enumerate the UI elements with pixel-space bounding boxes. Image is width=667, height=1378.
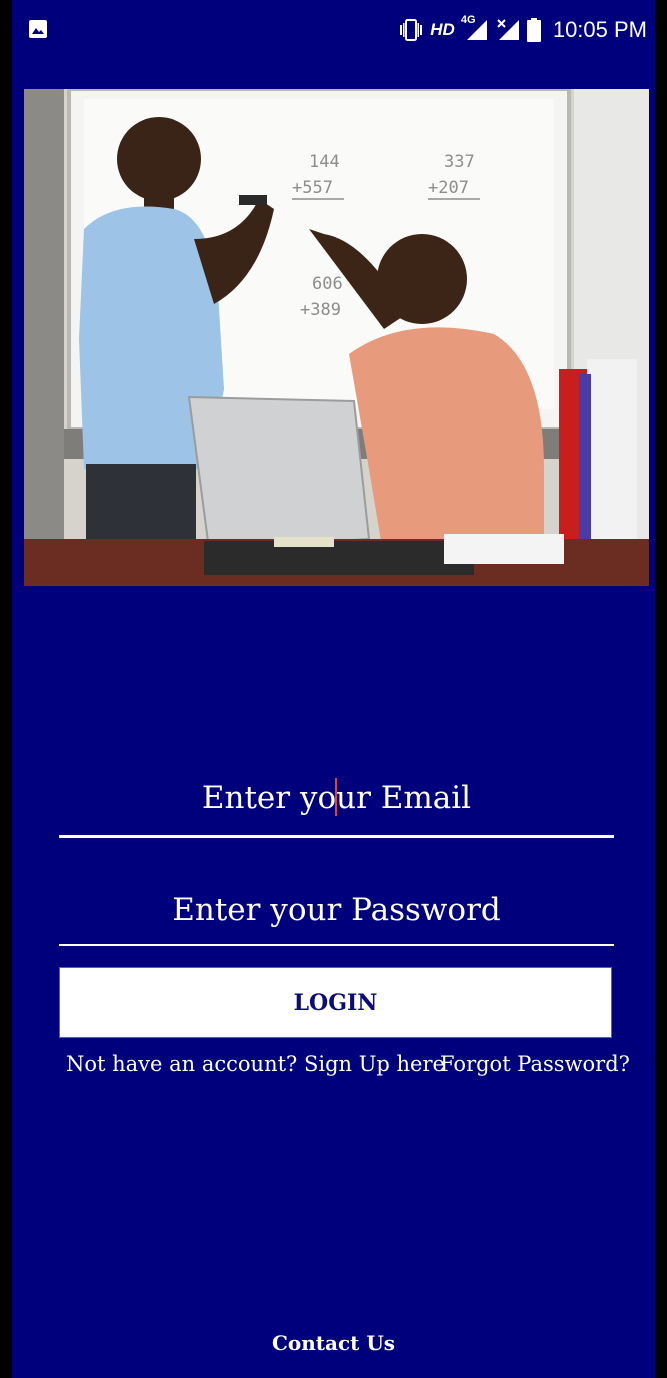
no-signal-icon [497,19,519,40]
board-number: +207 [428,178,469,198]
password-placeholder[interactable]: Enter your Password [59,874,614,930]
contact-us-link[interactable]: Contact Us [12,1331,655,1355]
image-icon [29,20,47,38]
login-button-label: LOGIN [293,989,378,1016]
signal-4g-icon: 4G [461,14,489,42]
vibrate-icon [400,19,423,41]
board-number: 337 [444,152,475,172]
status-icons: HD 4G 10:05 PM [398,14,647,46]
password-underline [59,944,614,946]
forgot-password-link[interactable]: Forgot Password? [440,1048,630,1080]
email-placeholder[interactable]: Enter your Email [59,762,614,818]
board-number: +557 [292,178,333,198]
clock: 10:05 PM [552,17,647,42]
password-field[interactable]: Enter your Password [59,874,614,946]
email-field[interactable]: Enter your Email [59,762,614,838]
hd-indicator: HD [430,20,455,39]
signup-link[interactable]: Not have an account? Sign Up here [66,1048,445,1080]
battery-icon [526,18,541,42]
login-screen: HD 4G 10:05 PM 144 +557 337 +207 606 +38… [12,0,655,1378]
board-number: +389 [300,300,341,320]
status-bar: HD 4G 10:05 PM [12,0,655,60]
login-button[interactable]: LOGIN [59,967,612,1038]
email-underline [59,835,614,838]
hero-image: 144 +557 337 +207 606 +389 [24,89,649,586]
board-number: 144 [309,152,340,172]
board-number: 606 [312,274,343,294]
